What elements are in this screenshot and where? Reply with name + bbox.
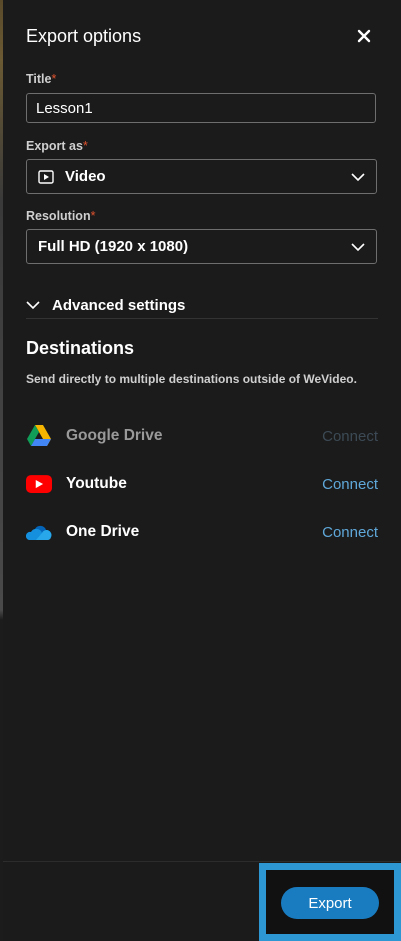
connect-google-drive-button[interactable]: Connect: [322, 428, 378, 445]
destination-youtube: Youtube Connect: [26, 470, 378, 498]
destinations-title: Destinations: [26, 338, 135, 358]
chevron-down-icon: [26, 300, 40, 310]
title-label-text: Title: [26, 72, 52, 86]
title-input[interactable]: Lesson1: [26, 93, 376, 123]
chevron-down-icon: [350, 169, 366, 189]
export-as-value: Video: [65, 168, 106, 185]
export-highlight-inner: Export: [266, 870, 394, 934]
close-button[interactable]: [352, 24, 376, 48]
play-icon: [38, 169, 54, 184]
panel-title: Export options: [26, 26, 142, 46]
youtube-icon: [26, 471, 52, 497]
connect-onedrive-button[interactable]: Connect: [322, 524, 378, 541]
required-mark: *: [90, 209, 96, 223]
title-input-value: Lesson1: [36, 99, 93, 117]
destinations-description: Send directly to multiple destinations o…: [26, 372, 357, 386]
export-options-panel: Export options Title* Lesson1 Export as*…: [3, 0, 401, 941]
destination-name: One Drive: [66, 523, 140, 540]
export-button[interactable]: Export: [281, 887, 379, 919]
google-drive-icon: [26, 423, 52, 449]
export-as-label: Export as*: [26, 139, 88, 153]
chevron-down-icon: [350, 239, 366, 259]
title-label: Title*: [26, 72, 56, 86]
advanced-settings-label: Advanced settings: [52, 296, 186, 314]
panel-header: Export options: [26, 24, 376, 48]
resolution-label: Resolution*: [26, 209, 95, 223]
required-mark: *: [82, 139, 88, 153]
destination-name: Youtube: [66, 475, 127, 492]
resolution-value: Full HD (1920 x 1080): [38, 238, 189, 255]
resolution-label-text: Resolution: [26, 209, 91, 223]
footer-divider: [3, 861, 401, 862]
required-mark: *: [51, 72, 57, 86]
destination-google-drive: Google Drive Connect: [26, 422, 378, 450]
connect-youtube-button[interactable]: Connect: [322, 476, 378, 493]
export-highlight: Export: [259, 863, 401, 941]
close-icon: [357, 29, 371, 43]
export-as-select[interactable]: Video: [26, 159, 377, 194]
advanced-settings-toggle[interactable]: Advanced settings: [26, 292, 378, 319]
resolution-select[interactable]: Full HD (1920 x 1080): [26, 229, 377, 264]
export-as-label-text: Export as: [26, 139, 83, 153]
destination-name: Google Drive: [66, 427, 163, 444]
onedrive-icon: [26, 519, 52, 545]
destination-onedrive: One Drive Connect: [26, 518, 378, 546]
